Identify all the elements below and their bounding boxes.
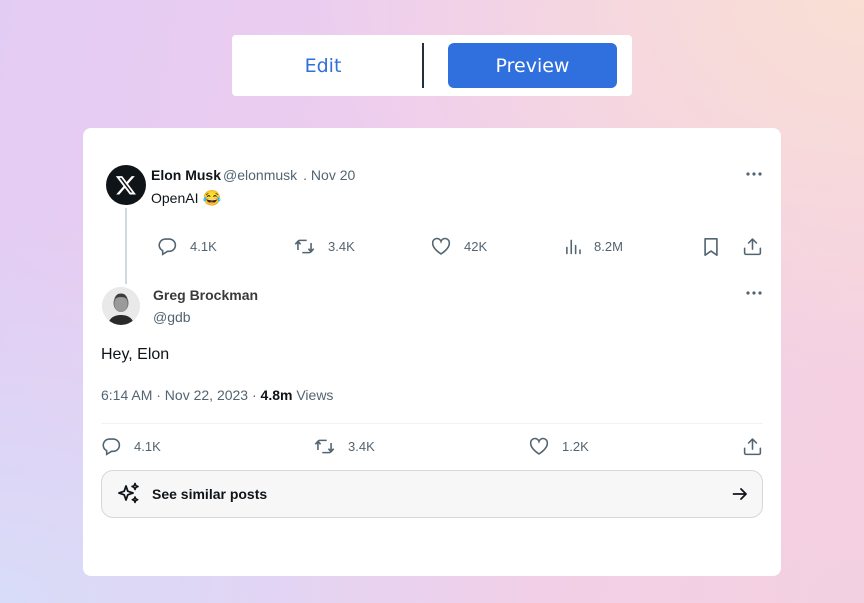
parent-views-action[interactable]: 8.2M	[564, 236, 623, 257]
thread-connector-line	[125, 208, 127, 284]
reply-like-action[interactable]: 1.2K	[528, 436, 589, 457]
arrow-right-icon	[732, 487, 748, 501]
reply-tweet-text: Hey, Elon	[101, 346, 170, 363]
parent-like-action[interactable]: 42K	[430, 236, 487, 257]
parent-like-count: 42K	[464, 239, 488, 254]
x-logo-icon[interactable]	[106, 165, 146, 205]
reply-reply-count: 4.1K	[134, 439, 161, 454]
views-chart-icon	[564, 236, 582, 257]
heart-icon	[430, 236, 452, 257]
reply-views-label: Views	[292, 387, 334, 403]
parent-retweet-count: 3.4K	[328, 239, 355, 254]
reply-icon	[157, 236, 178, 257]
reply-retweet-count: 3.4K	[348, 439, 375, 454]
edit-tab-button[interactable]: Edit	[252, 43, 394, 88]
parent-more-options-icon[interactable]	[744, 168, 764, 180]
reply-author-handle[interactable]: @gdb	[153, 309, 191, 325]
divider	[101, 423, 763, 424]
parent-reply-action[interactable]: 4.1K	[157, 236, 217, 257]
reply-more-options-icon[interactable]	[744, 287, 764, 299]
parent-tweet-text: OpenAI 😂	[151, 189, 221, 207]
reply-author-name[interactable]: Greg Brockman	[153, 287, 258, 303]
reply-views-count: 4.8m	[260, 387, 293, 403]
reply-share-icon[interactable]	[741, 435, 763, 457]
heart-icon	[528, 436, 550, 457]
bookmark-icon[interactable]	[700, 236, 722, 257]
parent-tweet-date[interactable]: . Nov 20	[303, 167, 355, 183]
reply-retweet-action[interactable]: 3.4K	[313, 436, 375, 457]
parent-retweet-action[interactable]: 3.4K	[293, 236, 355, 257]
reply-icon	[101, 436, 122, 457]
retweet-icon	[313, 436, 336, 457]
toggle-divider	[422, 43, 424, 88]
reply-reply-action[interactable]: 4.1K	[101, 436, 161, 457]
parent-share-icon[interactable]	[741, 235, 763, 257]
see-similar-posts-label: See similar posts	[152, 486, 268, 502]
laughing-emoji: 😂	[202, 190, 222, 207]
retweet-icon	[293, 236, 316, 257]
mode-toggle: Edit Preview	[232, 35, 632, 96]
parent-author-name[interactable]: Elon Musk	[151, 167, 221, 183]
reply-tweet-meta: 6:14 AM · Nov 22, 2023 · 4.8m Views	[101, 387, 333, 403]
parent-reply-count: 4.1K	[190, 239, 217, 254]
reply-like-count: 1.2K	[562, 439, 589, 454]
parent-tweet-text-content: OpenAI	[151, 190, 199, 206]
parent-tweet-header: Elon Musk @elonmusk . Nov 20	[151, 167, 355, 183]
see-similar-posts-button[interactable]: See similar posts	[101, 470, 763, 518]
preview-tab-button[interactable]: Preview	[448, 43, 617, 88]
sparkle-icon	[116, 481, 142, 507]
tweet-card: Elon Musk @elonmusk . Nov 20 OpenAI 😂 4.…	[83, 128, 781, 576]
greg-avatar[interactable]	[102, 287, 140, 325]
reply-timestamp[interactable]: 6:14 AM · Nov 22, 2023 ·	[101, 387, 261, 403]
parent-views-count: 8.2M	[594, 239, 623, 254]
parent-author-handle[interactable]: @elonmusk	[223, 167, 297, 183]
